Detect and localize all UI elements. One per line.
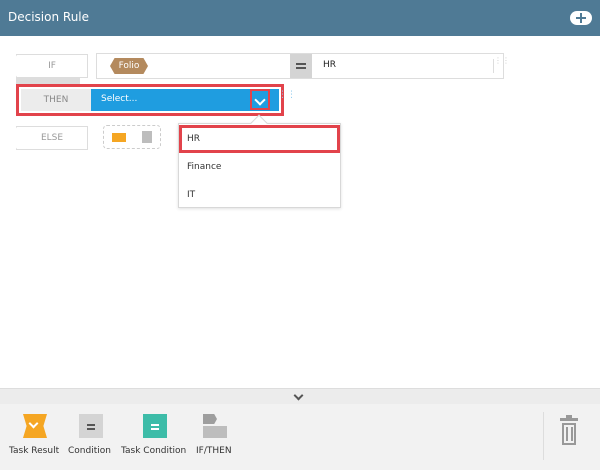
task-result-icon (23, 414, 47, 438)
tool-condition[interactable]: Condition (66, 412, 116, 462)
equals-operator[interactable] (290, 54, 312, 78)
drag-handle-icon[interactable]: ⋮⋮ (278, 91, 296, 107)
options-dropdown: HR Finance IT (178, 114, 341, 209)
then-row: THEN Select... ⋮⋮ (16, 84, 296, 116)
tool-label: Task Condition (121, 446, 187, 456)
then-label: THEN (43, 95, 69, 105)
chevron-down-icon[interactable] (250, 89, 270, 110)
rule-canvas: IF Folio HR ⋮⋮ THEN Select... ⋮⋮ ELSE HR… (0, 36, 600, 388)
else-label: ELSE (40, 133, 64, 143)
then-select[interactable]: Select... (91, 89, 279, 111)
then-tag: THEN (21, 89, 91, 111)
panel-collapse-bar[interactable] (0, 388, 600, 404)
trash-icon[interactable] (560, 415, 578, 446)
folio-field-chip[interactable]: Folio (110, 58, 148, 74)
page-title: Decision Rule (8, 10, 90, 24)
if-label: IF (48, 61, 56, 71)
condition-icon (79, 414, 103, 438)
if-condition-row[interactable]: Folio HR ⋮⋮ (96, 53, 510, 79)
dropdown-option-finance[interactable]: Finance (179, 153, 340, 181)
tool-task-condition[interactable]: Task Condition (120, 412, 190, 462)
if-value[interactable]: HR (323, 60, 336, 70)
else-drop-slot[interactable] (103, 125, 161, 149)
task-condition-icon (143, 414, 167, 438)
if-tag: IF (16, 54, 88, 78)
dropdown-option-it[interactable]: IT (179, 181, 340, 209)
if-then-icon (203, 414, 227, 438)
task-result-icon (112, 133, 126, 142)
plus-vertical (580, 13, 582, 23)
chevron-down-icon (293, 390, 304, 401)
app-header: Decision Rule (0, 0, 600, 36)
tool-if-then[interactable]: IF/THEN (194, 412, 238, 462)
condition-icon (142, 131, 152, 143)
plus-circle-icon[interactable] (570, 11, 592, 25)
tool-task-result[interactable]: Task Result (6, 412, 64, 462)
tool-label: IF/THEN (196, 446, 232, 456)
toolbox: Task Result Condition Task Condition IF/… (0, 404, 600, 470)
tool-label: Task Result (9, 446, 60, 456)
drag-handle-icon[interactable]: ⋮⋮ (493, 57, 510, 73)
then-select-text: Select... (101, 94, 138, 104)
dropdown-option-hr[interactable]: HR (179, 125, 340, 153)
tool-label: Condition (68, 446, 111, 456)
else-tag: ELSE (16, 126, 88, 150)
divider (543, 412, 544, 460)
